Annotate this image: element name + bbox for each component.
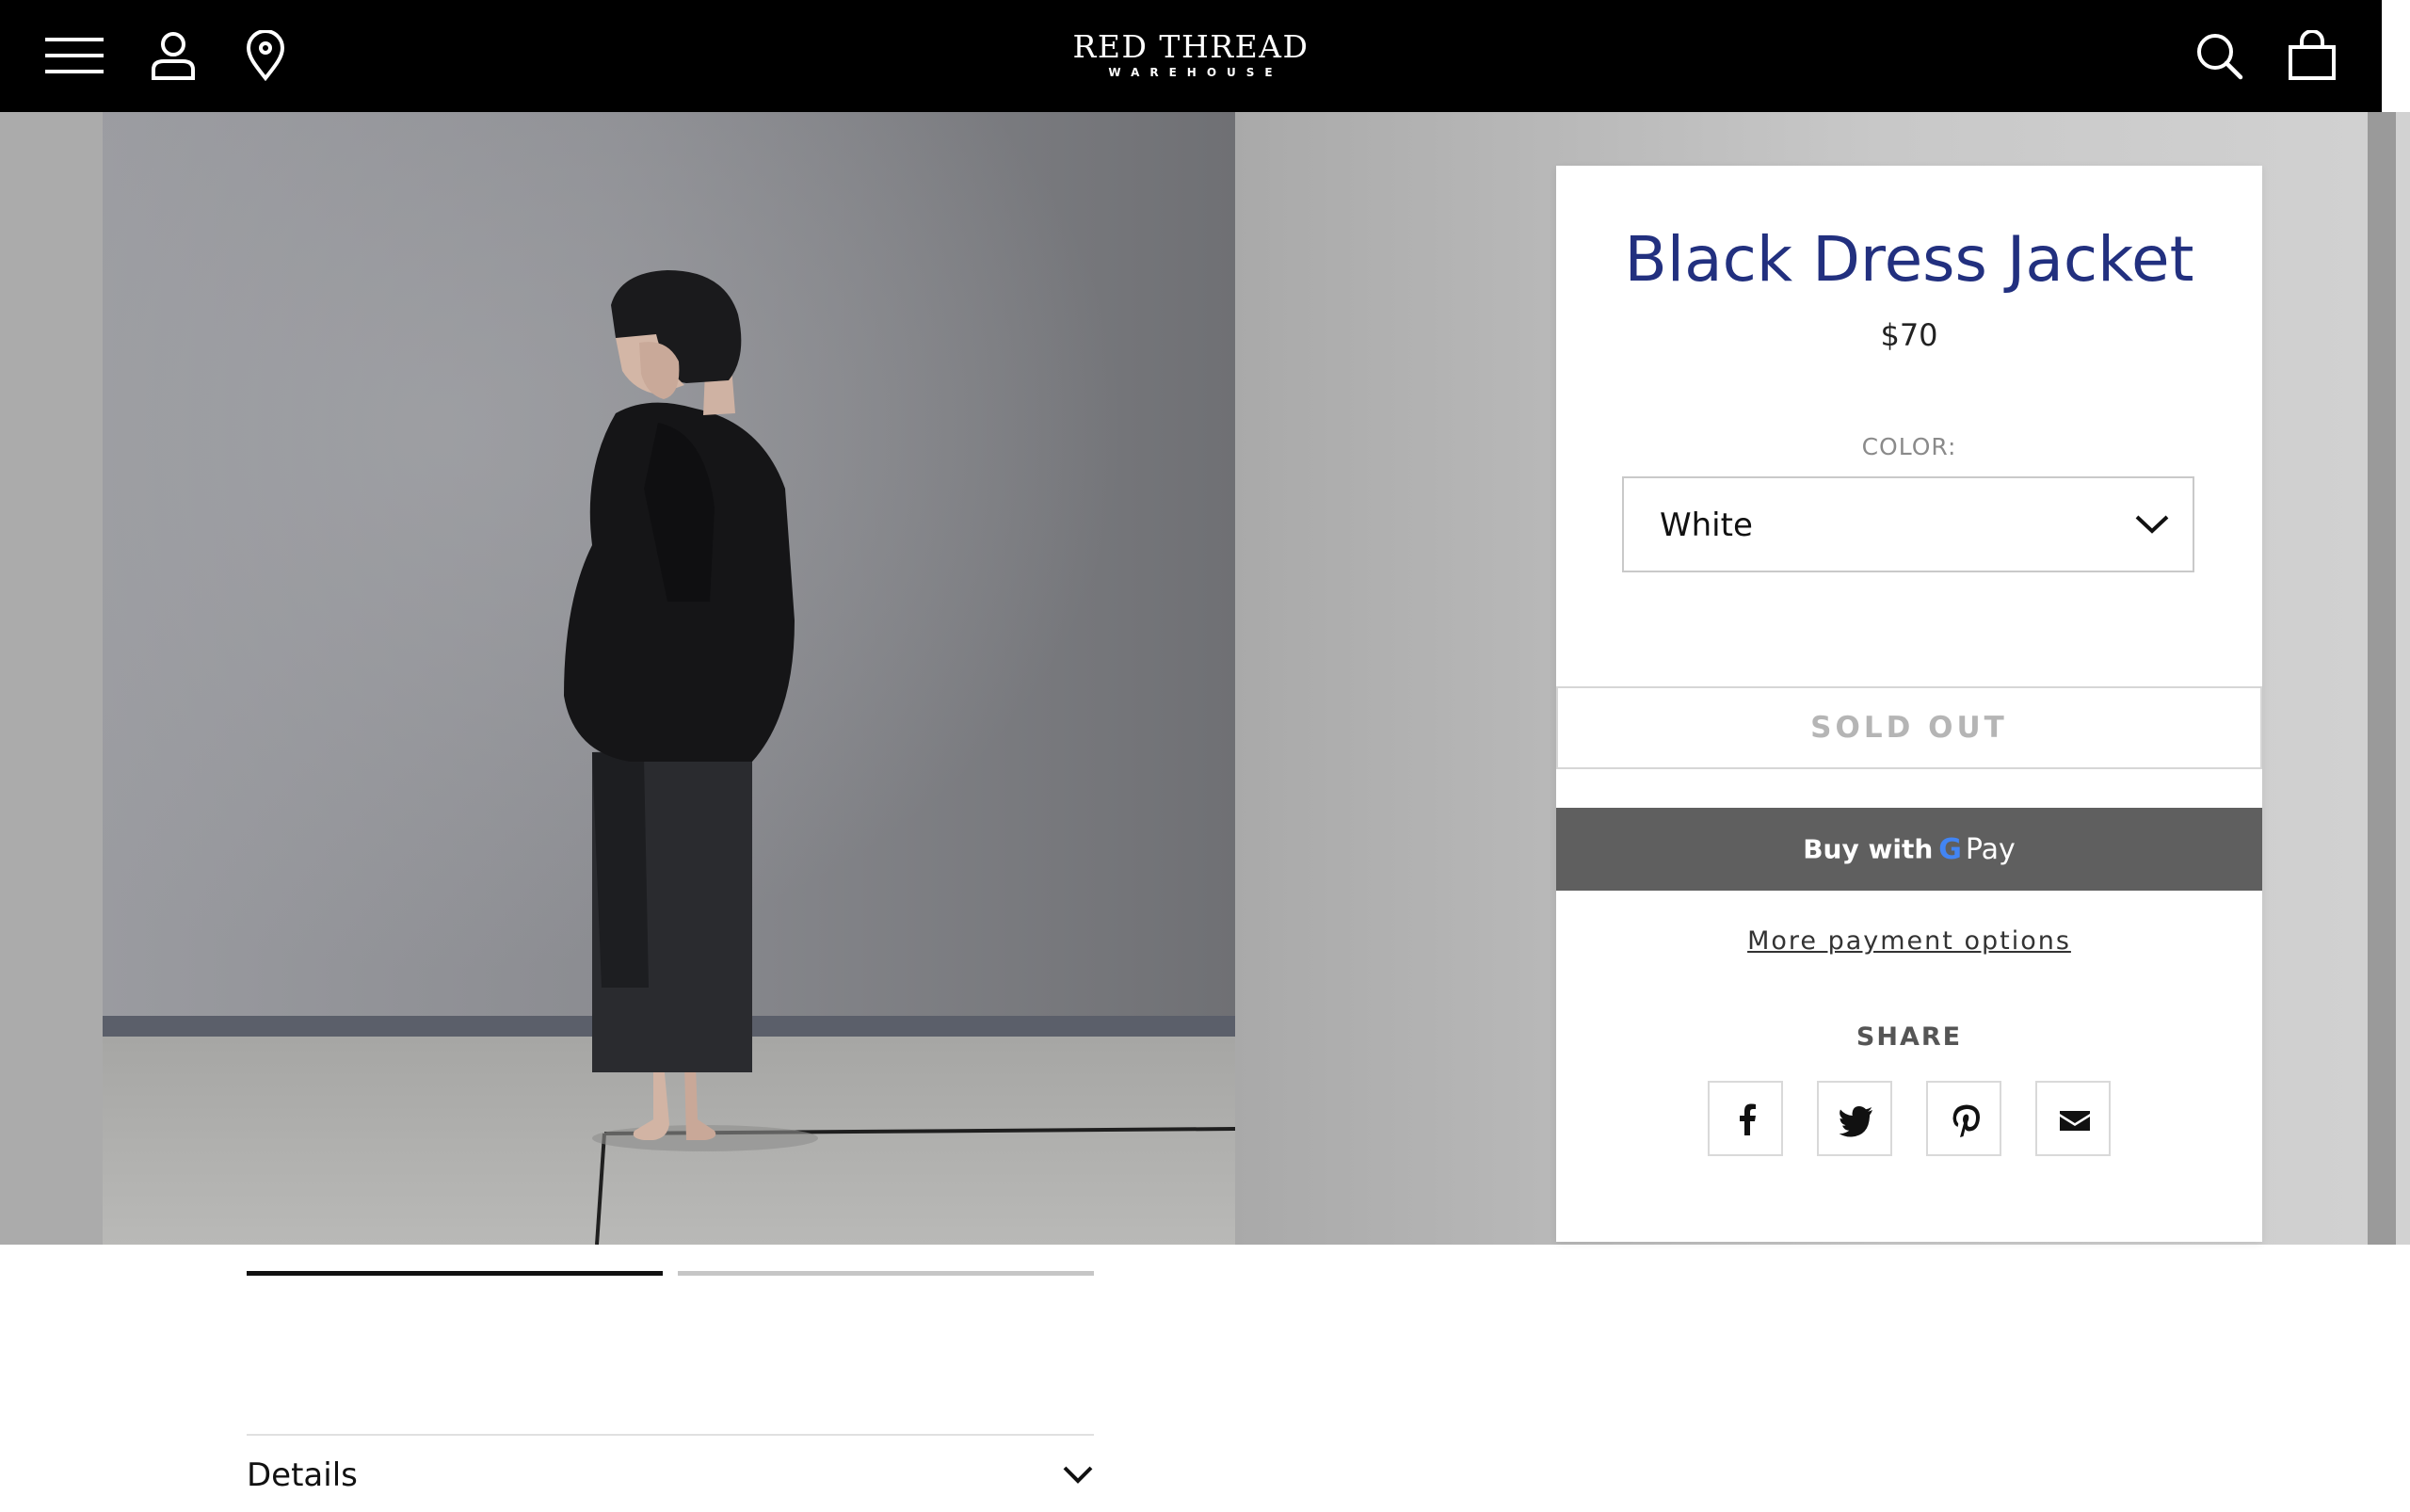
sold-out-button[interactable]: SOLD OUT bbox=[1556, 686, 2262, 769]
pay-label: Pay bbox=[1965, 832, 2016, 866]
twitter-icon[interactable] bbox=[1817, 1081, 1892, 1156]
gallery-slide-indicator-2[interactable] bbox=[678, 1271, 1094, 1276]
pinterest-icon[interactable] bbox=[1926, 1081, 2001, 1156]
brand-logo[interactable]: RED THREAD WAREHOUSE bbox=[1036, 28, 1346, 79]
brand-name: RED THREAD bbox=[1072, 28, 1309, 65]
chevron-down-icon bbox=[2134, 512, 2170, 539]
details-accordion[interactable]: Details bbox=[247, 1434, 1094, 1511]
more-payment-options-link[interactable]: More payment options bbox=[1556, 926, 2262, 956]
search-icon[interactable] bbox=[2195, 32, 2244, 81]
buy-with-label: Buy with bbox=[1803, 833, 1934, 865]
next-slide-peek[interactable] bbox=[2368, 112, 2396, 1245]
account-icon[interactable] bbox=[151, 30, 196, 81]
scrollbar-track[interactable] bbox=[2382, 0, 2410, 112]
color-select[interactable]: White bbox=[1622, 476, 2194, 572]
chevron-down-icon bbox=[1062, 1464, 1094, 1488]
location-pin-icon[interactable] bbox=[245, 30, 286, 81]
product-image[interactable] bbox=[103, 112, 1235, 1245]
gallery-slide-indicator-1[interactable] bbox=[247, 1271, 663, 1276]
share-label: SHARE bbox=[1856, 1022, 1963, 1052]
product-info-card: Black Dress Jacket $70 COLOR: White SOLD… bbox=[1556, 166, 2262, 1242]
buy-with-gpay-button[interactable]: Buy with G Pay bbox=[1556, 808, 2262, 891]
menu-icon[interactable] bbox=[45, 36, 105, 75]
color-select-value: White bbox=[1660, 507, 1753, 544]
email-icon[interactable] bbox=[2035, 1081, 2111, 1156]
details-label: Details bbox=[247, 1456, 358, 1494]
product-price: $70 bbox=[1880, 317, 1938, 353]
color-label: COLOR: bbox=[1861, 433, 1957, 460]
site-header: RED THREAD WAREHOUSE bbox=[0, 0, 2382, 112]
facebook-icon[interactable] bbox=[1708, 1081, 1783, 1156]
brand-subtitle: WAREHOUSE bbox=[1108, 66, 1283, 79]
product-title: Black Dress Jacket bbox=[1624, 223, 2194, 296]
google-g-icon: G bbox=[1938, 832, 1962, 866]
shopping-bag-icon[interactable] bbox=[2288, 30, 2337, 81]
